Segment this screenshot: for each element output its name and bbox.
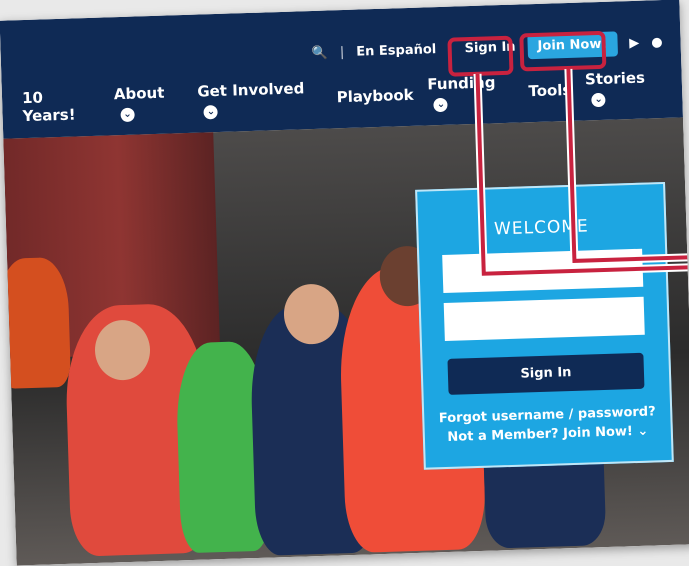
screenshot: 🔍 | En Español | Sign In Join Now! ▶ ● 1… (0, 0, 689, 566)
annotation-lines (473, 68, 688, 278)
browser-screenshot-frame: 🔍 | En Español | Sign In Join Now! ▶ ● 1… (0, 0, 689, 566)
